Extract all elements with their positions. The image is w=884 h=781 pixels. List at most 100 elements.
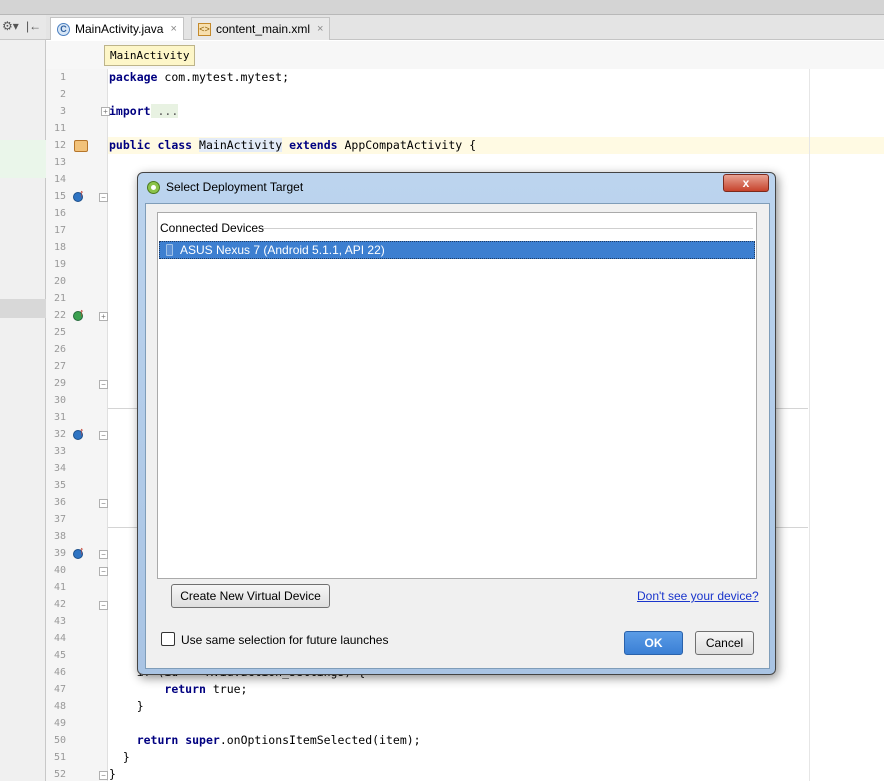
fold-collapse-icon[interactable]: − — [99, 771, 108, 780]
code-line: } — [109, 749, 130, 766]
line-number: 22 — [53, 310, 66, 321]
line-number: 11 — [53, 123, 66, 134]
line-number: 47 — [53, 684, 66, 695]
line-number: 30 — [53, 395, 66, 406]
collapse-icon[interactable]: |← — [26, 19, 41, 33]
class-icon: C — [57, 22, 70, 36]
line-number: 13 — [53, 157, 66, 168]
line-number: 17 — [53, 225, 66, 236]
ok-button[interactable]: OK — [624, 631, 683, 655]
line-number: 38 — [53, 531, 66, 542]
device-list[interactable]: Connected Devices ASUS Nexus 7 (Android … — [157, 212, 757, 579]
tab-label: MainActivity.java — [75, 22, 164, 36]
line-number: 26 — [53, 344, 66, 355]
line-number: 12 — [53, 140, 66, 151]
line-number: 29 — [53, 378, 66, 389]
select-deployment-target-dialog: Select Deployment Target x Connected Dev… — [137, 172, 776, 675]
keyword: return — [136, 733, 179, 747]
fold-collapse-icon[interactable]: − — [99, 431, 108, 440]
keyword: import — [109, 104, 151, 118]
line-number: 1 — [59, 72, 66, 83]
line-number: 18 — [53, 242, 66, 253]
editor-tab-bar: C MainActivity.java × <> content_main.xm… — [46, 15, 884, 40]
keyword: return — [164, 682, 206, 696]
window-top-strip — [0, 0, 884, 15]
fold-collapse-icon[interactable]: − — [99, 380, 108, 389]
dialog-title: Select Deployment Target — [166, 180, 304, 194]
project-tree-selection — [0, 140, 46, 178]
fold-collapse-icon[interactable]: − — [99, 499, 108, 508]
line-number: 20 — [53, 276, 66, 287]
line-number: 52 — [53, 769, 66, 780]
line-number: 45 — [53, 650, 66, 661]
same-selection-checkbox[interactable] — [161, 632, 175, 646]
project-tool-panel: ⚙▾ |← — [0, 15, 46, 781]
fold-collapse-icon[interactable]: − — [99, 193, 108, 202]
phone-icon — [166, 244, 173, 256]
code-text: com.mytest.mytest; — [157, 70, 290, 84]
create-virtual-device-button[interactable]: Create New Virtual Device — [171, 584, 330, 608]
help-link[interactable]: Don't see your device? — [637, 589, 759, 603]
folded-imports[interactable]: ... — [150, 104, 179, 118]
checkbox-label[interactable]: Use same selection for future launches — [181, 633, 388, 647]
line-number: 43 — [53, 616, 66, 627]
up-arrow-icon: ↑ — [79, 307, 85, 319]
keyword: public — [109, 138, 151, 152]
line-number: 27 — [53, 361, 66, 372]
tab-content-main-xml[interactable]: <> content_main.xml × — [191, 17, 331, 40]
line-number: 21 — [53, 293, 66, 304]
line-number: 16 — [53, 208, 66, 219]
code-text: .onOptionsItemSelected(item); — [219, 733, 421, 747]
fold-expand-icon[interactable]: + — [99, 312, 108, 321]
keyword: class — [157, 138, 193, 152]
close-tab-icon[interactable]: × — [317, 23, 323, 35]
android-studio-icon — [147, 181, 160, 194]
line-number: 40 — [53, 565, 66, 576]
line-number: 39 — [53, 548, 66, 559]
line-number: 3 — [59, 106, 66, 117]
code-line: } — [109, 766, 116, 781]
project-panel-toolbar: ⚙▾ |← — [0, 15, 46, 40]
line-number: 42 — [53, 599, 66, 610]
keyword: super — [185, 733, 220, 747]
tab-mainactivity-java[interactable]: C MainActivity.java × — [50, 17, 184, 40]
close-tab-icon[interactable]: × — [170, 23, 176, 35]
line-number: 15 — [53, 191, 66, 202]
line-number: 51 — [53, 752, 66, 763]
line-number: 44 — [53, 633, 66, 644]
line-number: 2 — [59, 89, 66, 100]
project-tree-row[interactable] — [0, 299, 46, 318]
run-config-icon[interactable] — [74, 140, 88, 152]
gear-icon[interactable]: ⚙▾ — [2, 19, 19, 33]
tab-label: content_main.xml — [216, 22, 311, 36]
code-line: return super.onOptionsItemSelected(item)… — [109, 732, 421, 749]
line-number: 35 — [53, 480, 66, 491]
dialog-body: Connected Devices ASUS Nexus 7 (Android … — [145, 203, 770, 669]
fold-collapse-icon[interactable]: − — [99, 601, 108, 610]
line-number: 31 — [53, 412, 66, 423]
line-number: 33 — [53, 446, 66, 457]
right-margin-guide — [809, 69, 810, 781]
close-button[interactable]: x — [723, 174, 769, 192]
code-line: public class MainActivity extends AppCom… — [109, 137, 476, 154]
code-line: } — [109, 698, 144, 715]
code-text: true; — [205, 682, 248, 696]
device-row[interactable]: ASUS Nexus 7 (Android 5.1.1, API 22) — [159, 241, 755, 259]
keyword: extends — [289, 138, 338, 152]
line-number: 14 — [53, 174, 66, 185]
cancel-button[interactable]: Cancel — [695, 631, 754, 655]
code-text: AppCompatActivity { — [337, 138, 477, 152]
fold-collapse-icon[interactable]: − — [99, 550, 108, 559]
code-line: package com.mytest.mytest; — [109, 69, 289, 86]
code-line: import ... — [109, 103, 179, 120]
fold-collapse-icon[interactable]: − — [99, 567, 108, 576]
line-number: 48 — [53, 701, 66, 712]
breadcrumb: MainActivity — [46, 41, 884, 69]
xml-file-icon: <> — [198, 22, 211, 36]
line-number: 49 — [53, 718, 66, 729]
keyword: package — [109, 70, 158, 84]
breadcrumb-item[interactable]: MainActivity — [104, 45, 196, 66]
up-arrow-icon: ↑ — [79, 426, 85, 438]
code-line: return true; — [109, 681, 247, 698]
code-text: } — [109, 699, 144, 713]
